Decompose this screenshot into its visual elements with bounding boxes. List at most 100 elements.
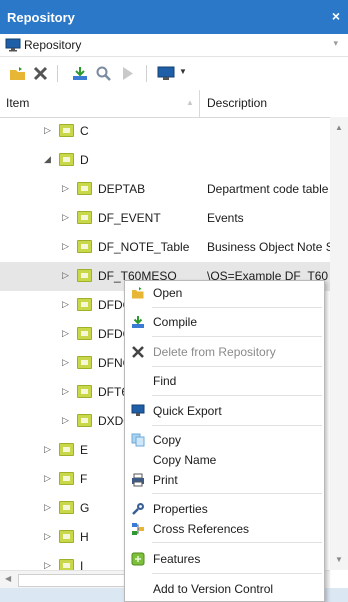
menu-item-cross-references[interactable]: Cross References	[125, 518, 324, 540]
menu-separator	[152, 425, 322, 426]
repository-selector[interactable]: Repository ▾	[0, 34, 348, 57]
menu-separator	[152, 366, 322, 367]
find-icon[interactable]	[96, 66, 112, 81]
expand-arrow-icon[interactable]: ▷	[44, 125, 51, 136]
menu-item-label: Copy Name	[153, 453, 217, 467]
expand-arrow-icon[interactable]: ▷	[62, 415, 69, 426]
tree-item-name: DF_EVENT	[98, 211, 161, 225]
expand-arrow-icon[interactable]: ▷	[44, 473, 51, 484]
column-item[interactable]: Item	[6, 96, 29, 110]
column-separator[interactable]	[199, 90, 200, 117]
tree-row[interactable]: ▷ DEPTAB Department code table	[0, 175, 330, 204]
delete-icon[interactable]	[33, 66, 48, 81]
tree-item-description: Events	[207, 211, 244, 225]
tree-item-name: C	[80, 124, 89, 138]
close-icon[interactable]: ×	[332, 8, 340, 24]
menu-separator	[152, 307, 322, 308]
expand-arrow-icon[interactable]: ▷	[62, 270, 69, 281]
scroll-left-icon[interactable]: ◀	[5, 574, 11, 583]
folder-icon	[77, 327, 92, 340]
delete-icon	[131, 345, 145, 359]
vertical-scrollbar[interactable]: ▲ ▼	[330, 117, 348, 570]
menu-separator	[152, 573, 322, 574]
scroll-down-icon[interactable]: ▼	[335, 555, 343, 564]
collapse-arrow-icon[interactable]: ◢	[44, 154, 51, 165]
toolbar-separator	[146, 65, 147, 82]
tree-item-name: F	[80, 472, 88, 486]
folder-icon	[77, 414, 92, 427]
tree-item-name: E	[80, 443, 89, 457]
folder-icon	[77, 211, 92, 224]
copy-icon	[131, 433, 145, 447]
folder-icon	[77, 269, 92, 282]
compile-icon	[131, 315, 145, 329]
menu-item-open[interactable]: Open	[125, 282, 324, 304]
expand-arrow-icon[interactable]: ▷	[62, 357, 69, 368]
cross-references-icon	[131, 522, 145, 536]
menu-item-label: Cross References	[153, 522, 250, 536]
expand-arrow-icon[interactable]: ▷	[44, 560, 51, 570]
tree-item-name: G	[80, 501, 90, 515]
quick-export-icon[interactable]	[157, 66, 175, 81]
run-icon[interactable]	[121, 66, 135, 81]
toolbar-separator	[57, 65, 58, 82]
menu-item-label: Compile	[153, 315, 198, 329]
menu-item-label: Features	[153, 552, 201, 566]
expand-arrow-icon[interactable]: ▷	[44, 502, 51, 513]
quick-export-icon	[131, 404, 145, 418]
open-folder-icon[interactable]	[9, 66, 27, 81]
tree-row[interactable]: ▷ DF_EVENT Events	[0, 204, 330, 233]
menu-item-copy[interactable]: Copy	[125, 429, 324, 451]
dropdown-arrow-icon[interactable]: ▼	[179, 67, 187, 76]
menu-item-compile[interactable]: Compile	[125, 311, 324, 333]
expand-arrow-icon[interactable]: ▷	[62, 212, 69, 223]
column-description[interactable]: Description	[207, 96, 267, 110]
expand-arrow-icon[interactable]: ▷	[62, 241, 69, 252]
tree-item-name: DF_NOTE_Table	[98, 240, 190, 254]
scrollbar-thumb[interactable]	[18, 574, 126, 587]
menu-item-label: Add to Version Control	[153, 582, 274, 596]
menu-item-label: Print	[153, 473, 178, 487]
tree-item-name: DEPTAB	[98, 182, 146, 196]
folder-icon	[59, 501, 74, 514]
expand-arrow-icon[interactable]: ▷	[62, 183, 69, 194]
menu-item-label: Properties	[153, 502, 208, 516]
menu-item-copy-name[interactable]: Copy Name	[125, 449, 324, 471]
menu-item-delete-from-repository[interactable]: Delete from Repository	[125, 341, 324, 363]
expand-arrow-icon[interactable]: ▷	[62, 328, 69, 339]
properties-icon	[131, 502, 145, 516]
column-header: Item ▲ Description	[0, 90, 348, 118]
expand-arrow-icon[interactable]: ▷	[44, 444, 51, 455]
folder-icon	[59, 153, 74, 166]
tree-row-d[interactable]: ◢ D	[0, 146, 330, 175]
sort-arrow-icon: ▲	[186, 98, 194, 107]
menu-item-label: Find	[153, 374, 177, 388]
menu-item-features[interactable]: Features	[125, 548, 324, 570]
tree-row-c[interactable]: ▷ C	[0, 117, 330, 146]
folder-icon	[59, 443, 74, 456]
toolbar: ▼	[0, 57, 348, 91]
expand-arrow-icon[interactable]: ▷	[62, 299, 69, 310]
features-icon	[131, 552, 145, 566]
folder-icon	[77, 356, 92, 369]
folder-icon	[59, 124, 74, 137]
compile-icon[interactable]	[72, 66, 88, 81]
menu-item-find[interactable]: Find	[125, 370, 324, 392]
folder-icon	[77, 385, 92, 398]
menu-item-add-to-version-control[interactable]: Add to Version Control	[125, 578, 324, 600]
chevron-down-icon[interactable]: ▾	[333, 38, 338, 49]
expand-arrow-icon[interactable]: ▷	[44, 531, 51, 542]
menu-separator	[152, 395, 322, 396]
folder-icon	[59, 559, 74, 570]
menu-separator	[152, 542, 322, 543]
menu-item-properties[interactable]: Properties	[125, 498, 324, 520]
scroll-up-icon[interactable]: ▲	[335, 123, 343, 132]
expand-arrow-icon[interactable]: ▷	[62, 386, 69, 397]
folder-icon	[77, 298, 92, 311]
folder-icon	[59, 472, 74, 485]
menu-item-quick-export[interactable]: Quick Export	[125, 400, 324, 422]
tree-item-name: H	[80, 530, 89, 544]
menu-item-label: Delete from Repository	[153, 345, 276, 359]
menu-item-print[interactable]: Print	[125, 469, 324, 491]
tree-row[interactable]: ▷ DF_NOTE_Table Business Object Note S	[0, 233, 330, 262]
